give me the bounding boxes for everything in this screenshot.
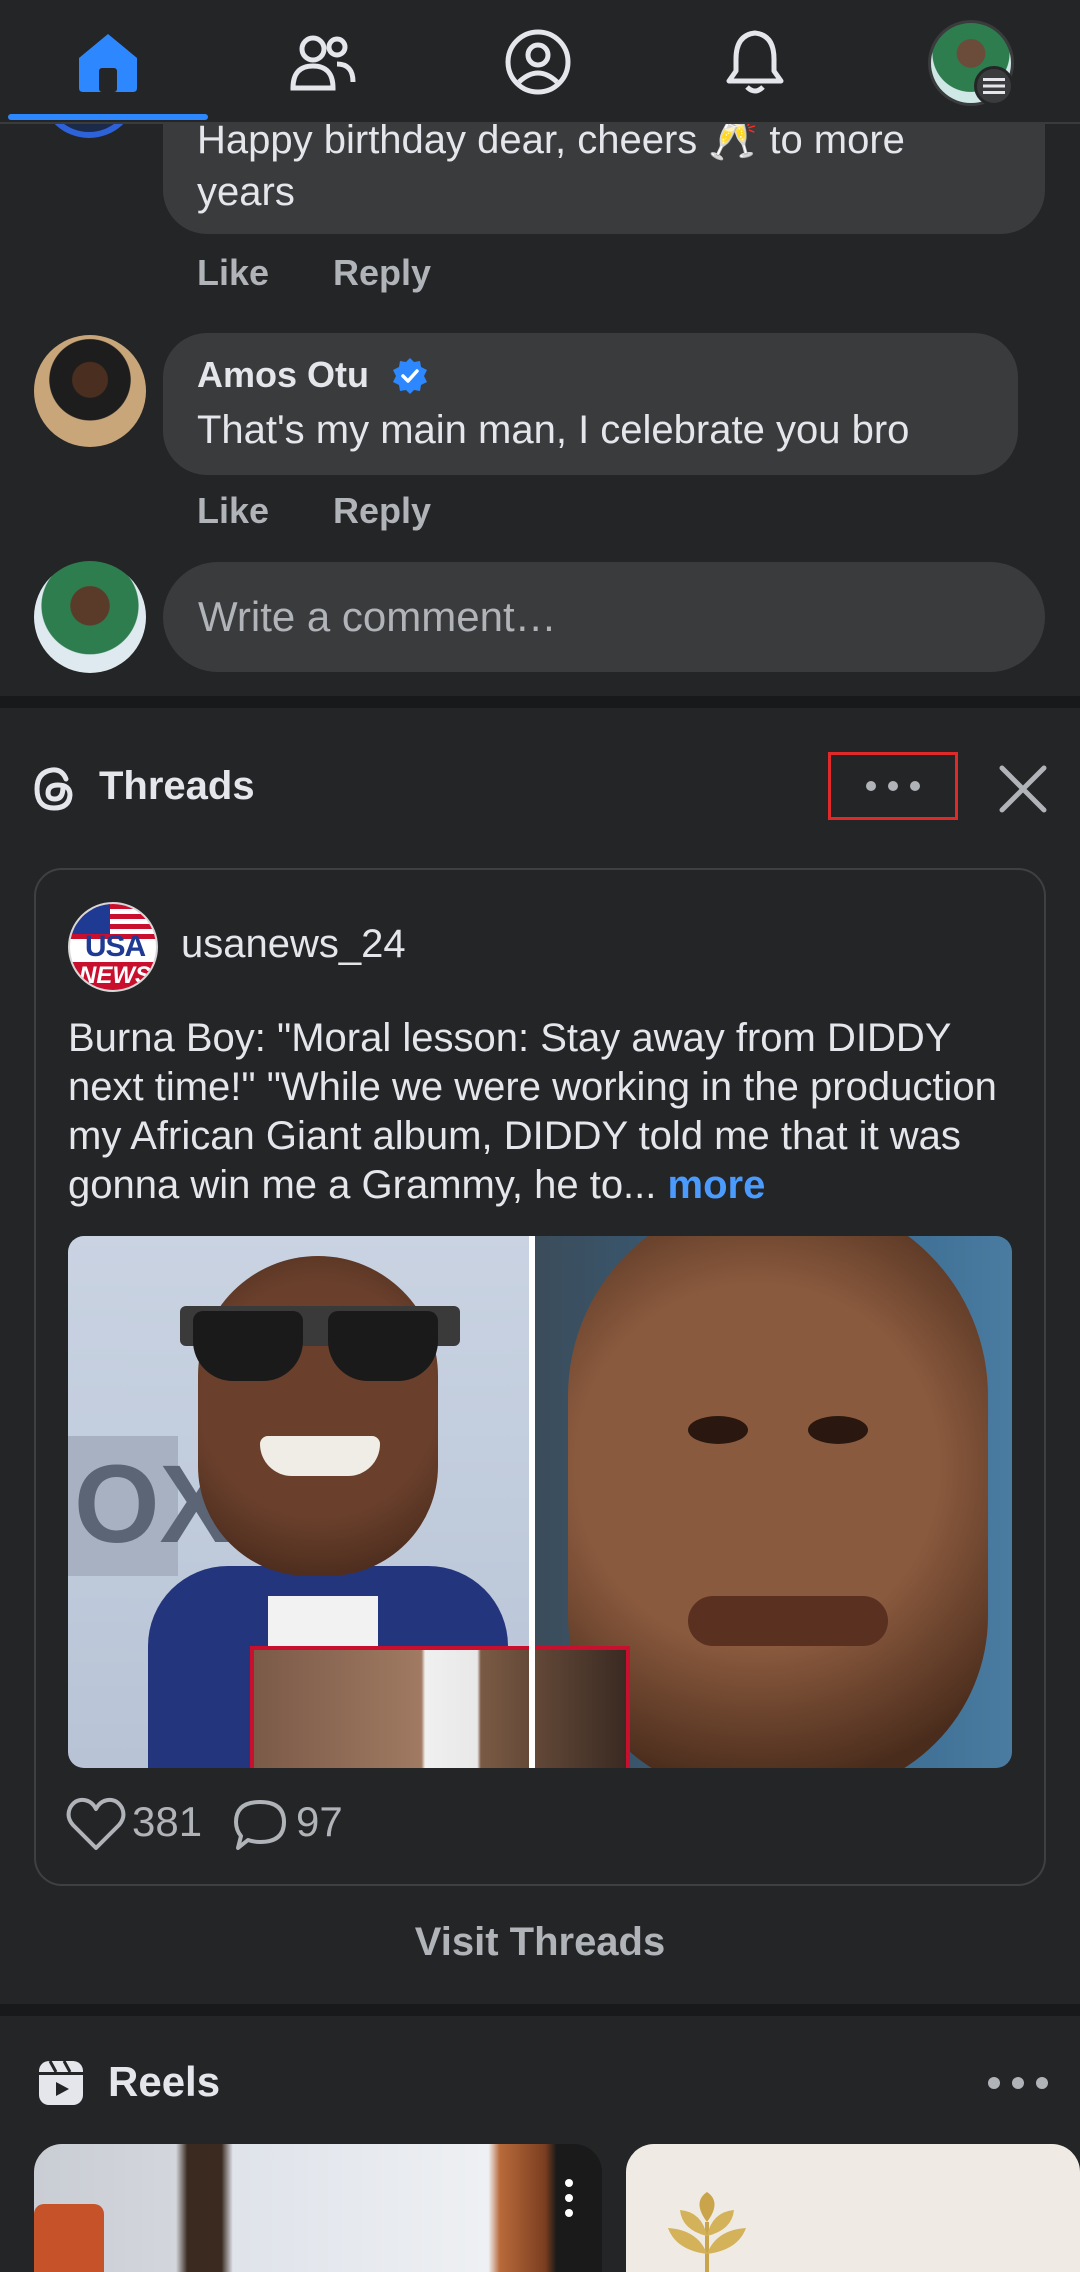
nav-home[interactable] [8,0,208,124]
section-divider [0,2004,1080,2016]
heart-icon[interactable] [66,1796,126,1852]
comment-text: years [197,170,295,214]
like-button[interactable]: Like [197,490,269,532]
dot [866,781,876,791]
nav-friends[interactable] [222,0,422,124]
threads-more-options-button[interactable] [828,752,958,820]
usanews-avatar[interactable]: USA NEWS [68,902,158,992]
bell-icon [726,30,784,94]
thread-body-text: Burna Boy: "Moral lesson: Stay away from… [68,1016,997,1207]
thread-post-image[interactable]: OX [68,1236,1012,1768]
nav-notifications[interactable] [655,0,855,124]
reel-card[interactable] [34,2144,602,2272]
reel-more-icon[interactable] [564,2178,574,2218]
friends-icon [290,35,356,91]
comment-author[interactable]: Amos Otu [197,354,369,396]
threads-icon [34,767,73,811]
reply-button[interactable]: Reply [333,490,431,532]
section-divider [0,696,1080,708]
home-icon [79,34,137,92]
reels-more-options-button[interactable] [988,2072,1048,2094]
usanews-avatar-text-bottom: NEWS [79,962,151,989]
comments-count: 97 [296,1798,343,1845]
nav-profile[interactable] [438,0,638,124]
menu-icon[interactable] [974,66,1014,106]
see-more-link[interactable]: more [668,1163,766,1207]
dot [1036,2077,1048,2089]
dot [1012,2077,1024,2089]
dot [910,781,920,791]
reel-card[interactable] [626,2144,1080,2272]
threads-section-title: Threads [99,764,255,808]
close-icon[interactable] [998,764,1048,814]
dot [988,2077,1000,2089]
active-tab-indicator [8,114,208,120]
comment-input-placeholder: Write a comment… [198,593,557,640]
visit-threads-button[interactable]: Visit Threads [0,1920,1080,1965]
reel-thumbnail-logo [668,2192,746,2272]
reels-icon [39,2060,83,2105]
profile-icon [505,29,571,95]
reels-section-title: Reels [108,2058,221,2105]
usanews-avatar-text-top: USA [84,930,146,963]
comment-input[interactable]: Write a comment… [163,562,1045,672]
reply-button[interactable]: Reply [333,252,431,294]
thread-username[interactable]: usanews_24 [181,922,406,967]
dot [888,781,898,791]
current-user-avatar [34,561,146,673]
comment-icon[interactable] [232,1798,288,1852]
thread-body: Burna Boy: "Moral lesson: Stay away from… [68,1014,1028,1210]
top-navigation [0,0,1080,124]
likes-count: 381 [132,1798,203,1845]
comment-text: That's my main man, I celebrate you bro [197,408,910,452]
verified-badge-icon [393,358,427,394]
avatar[interactable] [34,335,146,447]
like-button[interactable]: Like [197,252,269,294]
